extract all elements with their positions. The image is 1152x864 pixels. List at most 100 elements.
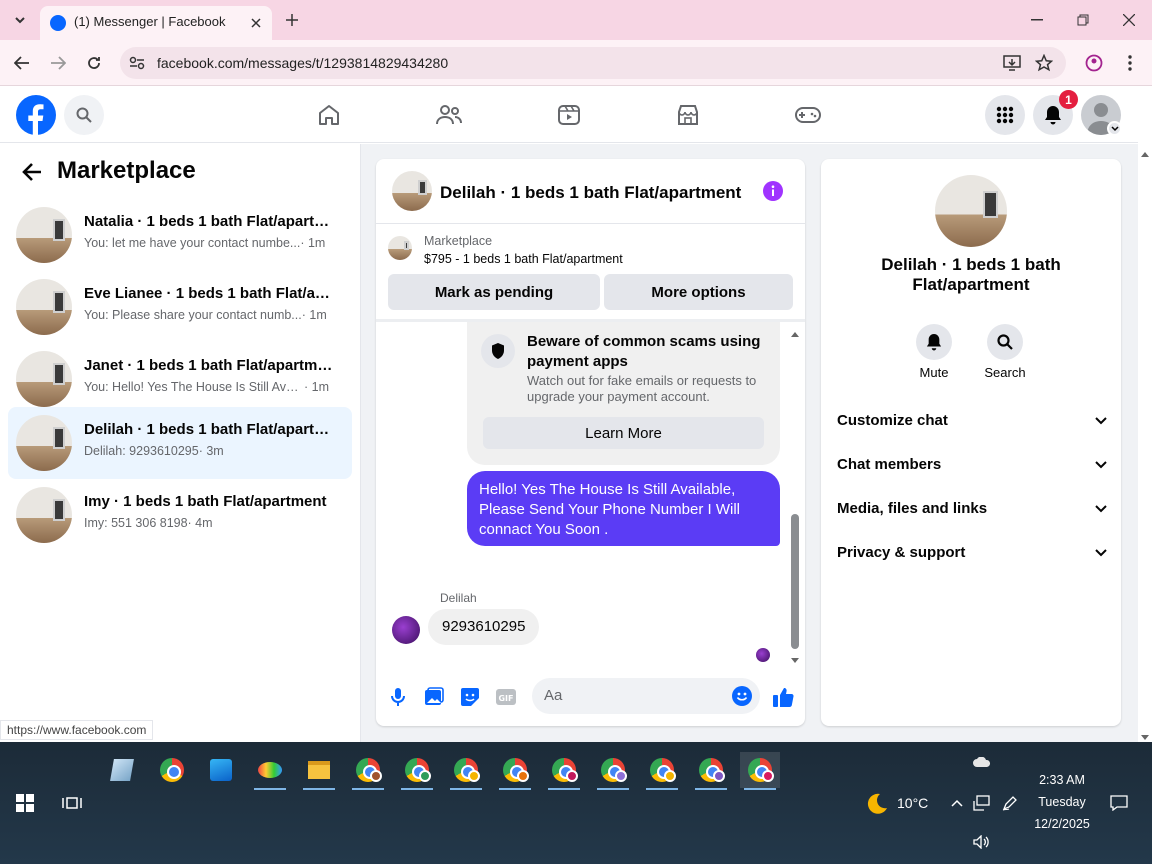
listing-mini-thumbnail [388,236,412,260]
network-icon[interactable] [972,793,992,813]
back-arrow-icon[interactable] [18,159,46,185]
more-options-button[interactable]: More options [604,274,793,310]
mute-bell-icon[interactable] [916,324,952,360]
forward-arrow-icon[interactable] [46,52,70,74]
weather-temperature[interactable]: 10°C [897,795,928,811]
taskbar-chrome-profile-icon[interactable] [691,752,731,790]
tab-search-chevron-icon[interactable] [8,8,32,32]
learn-more-button[interactable]: Learn More [483,417,764,449]
search-in-conversation-icon[interactable] [987,324,1023,360]
back-arrow-icon[interactable] [10,52,34,74]
browser-tab-messenger[interactable]: (1) Messenger | Facebook [40,6,272,40]
pen-icon[interactable] [1000,793,1020,813]
page-scroll-down-arrow-icon[interactable] [1140,729,1150,740]
taskbar-photos-icon[interactable] [201,752,241,788]
clock-day[interactable]: Tuesday [1030,795,1094,809]
close-window-icon[interactable] [1118,10,1140,30]
sticker-icon[interactable] [458,685,482,709]
privacy-support-row[interactable]: Privacy & support [837,544,1107,561]
message-input[interactable]: Aa [532,678,760,714]
listing-description[interactable]: $795 - 1 beds 1 bath Flat/apartment [424,252,623,266]
facebook-header: 1 [0,87,1138,143]
conversation-info-icon[interactable] [761,180,785,202]
volume-speaker-icon[interactable] [972,833,992,851]
nav-video-icon[interactable] [554,101,584,129]
customize-chat-row[interactable]: Customize chat [837,412,1107,429]
new-tab-plus-icon[interactable] [282,10,302,30]
chevron-down-icon [1095,505,1107,513]
menu-grid-icon[interactable] [985,95,1025,135]
attach-photo-icon[interactable] [422,685,446,709]
minimize-window-icon[interactable] [1026,10,1048,30]
room-window [52,291,66,313]
room-window [403,241,410,251]
conversation-preview: Imy: 551 306 8198· 4m [84,516,213,530]
taskbar-chrome-icon[interactable] [152,752,192,788]
taskbar-chrome-profile-icon[interactable] [446,752,486,790]
gif-icon[interactable]: GIF [494,685,518,709]
task-view-icon[interactable] [60,792,84,814]
profile-icon[interactable] [1082,52,1106,74]
chat-title[interactable]: Delilah · 1 beds 1 bath Flat/apartment [440,183,741,203]
install-app-icon[interactable] [1000,52,1024,74]
like-thumbs-up-icon[interactable] [770,684,796,710]
url-text: facebook.com/messages/t/1293814829434280 [157,55,449,71]
clock-time[interactable]: 2:33 AM [1030,773,1094,787]
listing-avatar[interactable] [392,171,432,211]
scroll-up-arrow-icon[interactable] [790,325,800,337]
clock-date[interactable]: 12/2/2025 [1030,817,1094,831]
media-files-links-row[interactable]: Media, files and links [837,500,1107,517]
sender-avatar[interactable] [392,616,420,644]
conversation-item[interactable]: Eve Lianee · 1 beds 1 bath Flat/apa... Y… [8,271,352,343]
mute-label[interactable]: Mute [904,365,964,380]
taskbar-app-files-icon[interactable] [102,752,142,788]
taskbar-chrome-profile-icon[interactable] [348,752,388,790]
taskbar-file-explorer-icon[interactable] [299,752,339,790]
conversation-item[interactable]: Janet · 1 beds 1 bath Flat/apartment You… [8,343,352,415]
taskbar-chrome-profile-icon[interactable] [397,752,437,790]
reload-icon[interactable] [82,52,106,74]
conversation-item[interactable]: Natalia · 1 beds 1 bath Flat/apartm... Y… [8,199,352,271]
listing-profile-image[interactable] [935,175,1007,247]
facebook-search-icon[interactable] [64,95,104,135]
taskbar-paint-icon[interactable] [250,752,290,790]
notification-center-icon[interactable] [1108,793,1130,813]
nav-friends-icon[interactable] [434,101,464,129]
emoji-icon[interactable] [732,686,752,706]
listing-thumbnail [16,415,72,471]
nav-home-icon[interactable] [314,101,344,129]
tray-chevron-up-icon[interactable] [948,794,966,812]
scroll-down-arrow-icon[interactable] [790,652,800,663]
windows-start-icon[interactable] [14,792,36,814]
taskbar-chrome-profile-active-icon[interactable] [740,752,780,790]
chat-window: Delilah · 1 beds 1 bath Flat/apartment M… [376,159,805,726]
voice-clip-mic-icon[interactable] [386,685,410,709]
mark-as-pending-button[interactable]: Mark as pending [388,274,600,310]
onedrive-cloud-icon[interactable] [972,754,992,770]
restore-window-icon[interactable] [1072,10,1094,30]
taskbar-chrome-profile-icon[interactable] [495,752,535,790]
account-chevron-down-icon[interactable] [1107,121,1122,136]
conversation-list-pane: Marketplace Natalia · 1 beds 1 bath Flat… [0,144,361,742]
page-scroll-up-arrow-icon[interactable] [1140,145,1150,157]
nav-marketplace-icon[interactable] [673,101,703,129]
facebook-logo-icon[interactable] [16,95,56,135]
conversation-item[interactable]: Imy · 1 beds 1 bath Flat/apartment Imy: … [8,479,352,551]
conversation-item-selected[interactable]: Delilah · 1 beds 1 bath Flat/apartm... D… [8,407,352,479]
browser-menu-icon[interactable] [1118,52,1142,74]
taskbar-chrome-profile-icon[interactable] [593,752,633,790]
received-message-bubble[interactable]: 9293610295 [428,609,540,645]
site-info-icon[interactable] [128,54,146,72]
chat-members-row[interactable]: Chat members [837,456,1107,473]
sent-message-bubble[interactable]: Hello! Yes The House Is Still Available,… [467,471,780,546]
taskbar-chrome-profile-icon[interactable] [544,752,584,790]
address-bar[interactable]: facebook.com/messages/t/1293814829434280 [120,47,1066,79]
search-label[interactable]: Search [975,365,1035,380]
weather-moon-icon[interactable] [864,791,890,817]
chat-scrollbar-thumb[interactable] [791,514,799,649]
nav-gaming-icon[interactable] [793,101,823,129]
bookmark-star-icon[interactable] [1032,52,1056,74]
room-window [52,363,66,385]
tab-close-icon[interactable] [246,13,266,33]
taskbar-chrome-profile-icon[interactable] [642,752,682,790]
